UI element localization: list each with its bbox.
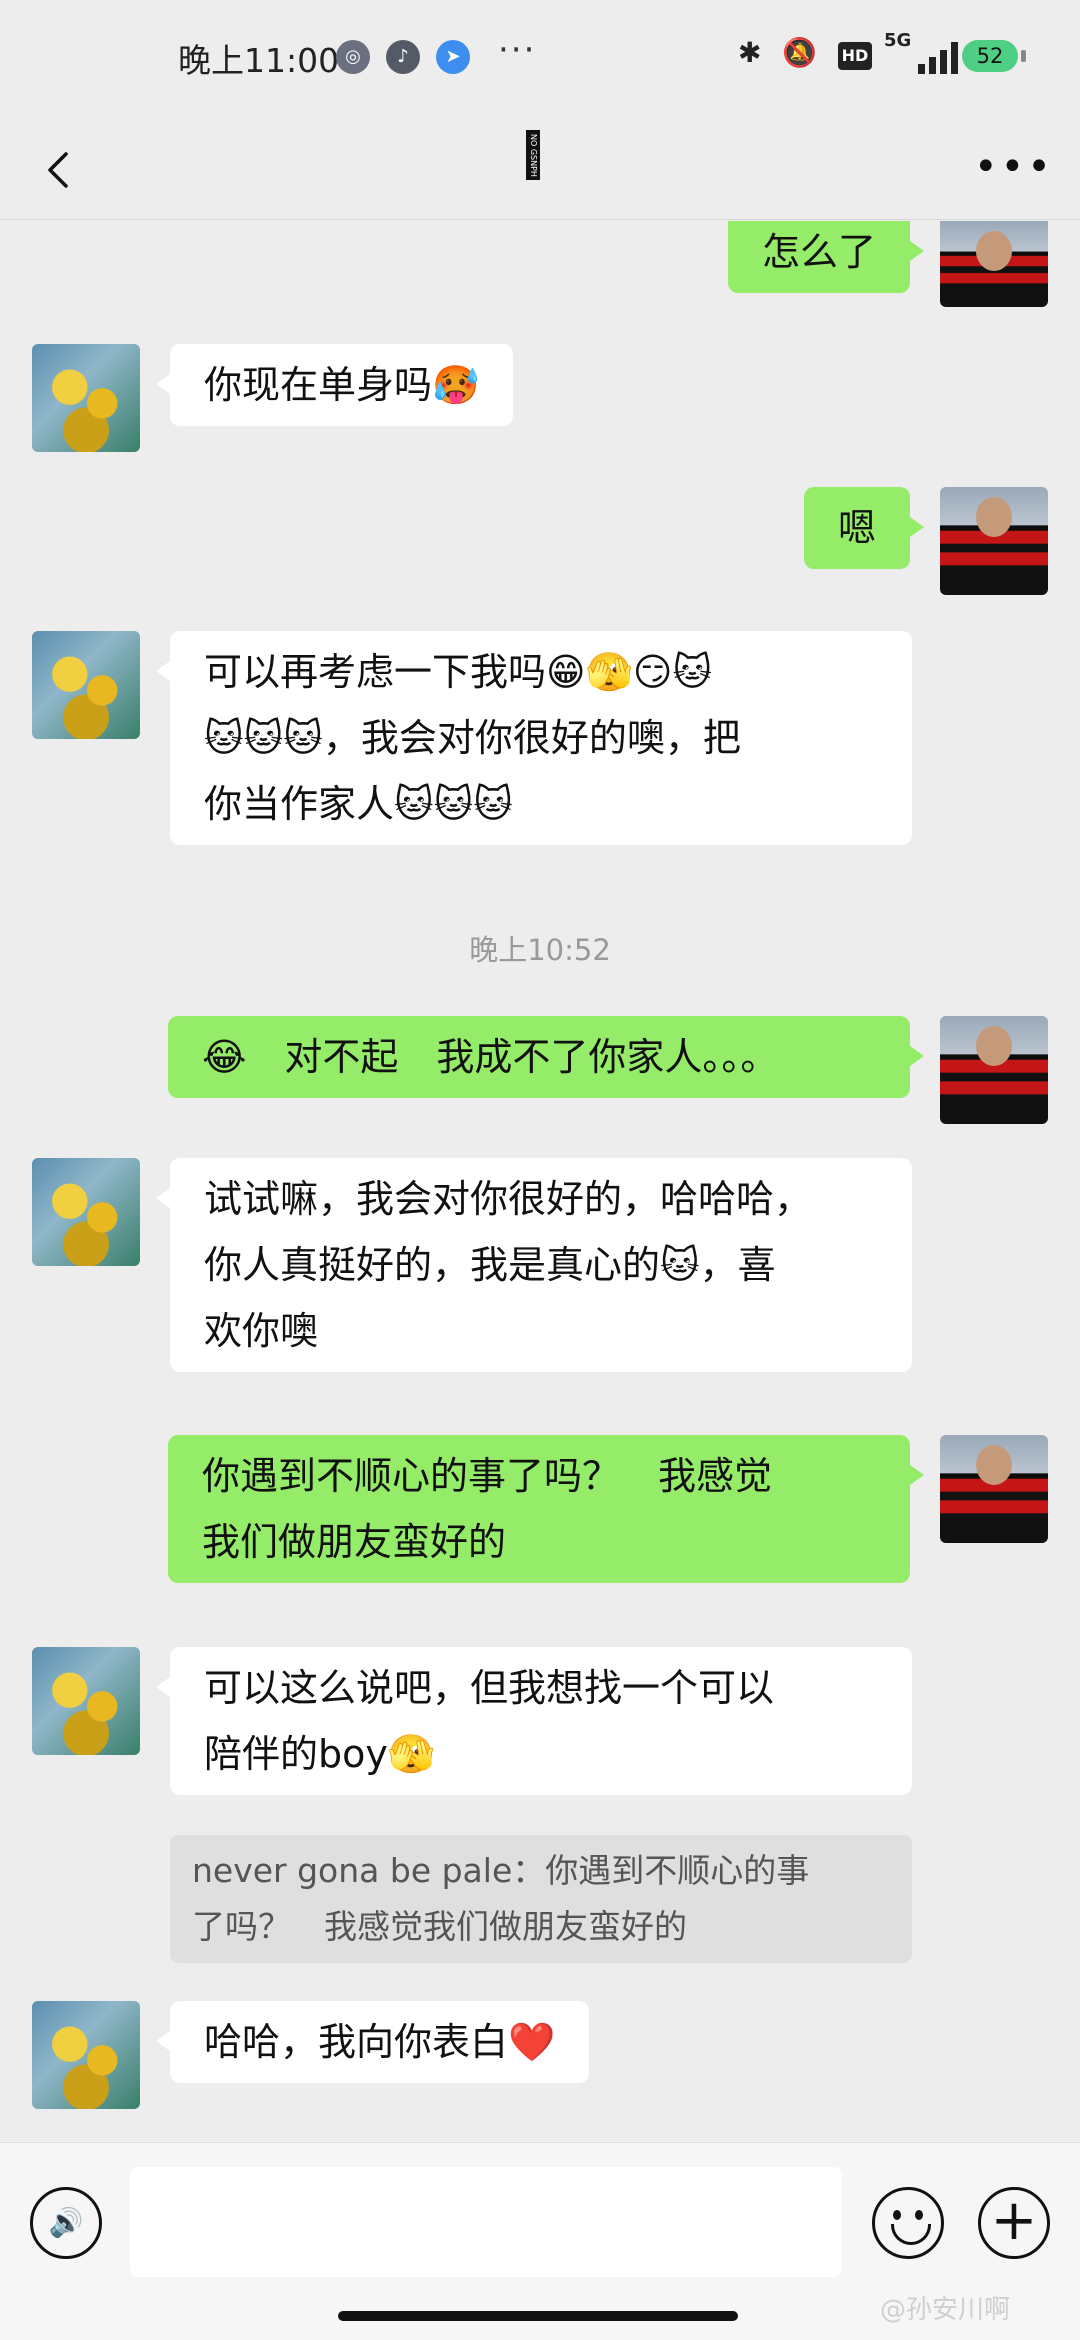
message-bubble-in[interactable]: 试试嘛，我会对你很好的，哈哈哈， 你人真挺好的，我是真心的🐱，喜 欢你噢	[156, 1158, 912, 1372]
chat-header: NO GSNPH •••	[0, 120, 1080, 220]
contact-avatar[interactable]	[32, 2001, 140, 2109]
message-line: 我们做朋友蛮好的	[202, 1520, 507, 1564]
more-actions-button[interactable]: +	[978, 2187, 1050, 2259]
more-dots-icon[interactable]: •••	[974, 147, 1051, 187]
emoji-button[interactable]	[872, 2187, 944, 2259]
my-avatar[interactable]	[940, 487, 1048, 595]
quoted-message[interactable]: never gona be pale：你遇到不顺心的事 了吗？ 我感觉我们做朋友…	[170, 1835, 912, 1963]
message-bubble-in[interactable]: 哈哈，我向你表白❤️	[155, 2001, 590, 2083]
message-line: 你人真挺好的，我是真心的🐱，喜	[204, 1243, 776, 1287]
message-line: 你遇到不顺心的事了吗？ 我感觉	[202, 1454, 773, 1498]
message-list[interactable]: 怎么了 你现在单身吗🥵 嗯 可以再考虑一下我吗😁🫣😏🐱 🐱🐱🐱，我会对你很好的噢…	[0, 221, 1080, 2141]
message-timestamp: 晚上10:52	[469, 933, 611, 967]
message-bubble-out[interactable]: 怎么了	[727, 221, 925, 293]
message-bubble-out[interactable]: 你遇到不顺心的事了吗？ 我感觉 我们做朋友蛮好的	[168, 1435, 924, 1583]
message-input[interactable]	[130, 2167, 842, 2277]
hd-badge: HD	[838, 42, 872, 70]
contact-avatar[interactable]	[32, 344, 140, 452]
status-more-icon: ···	[498, 30, 537, 70]
message-line: 🐱🐱🐱，我会对你很好的噢，把	[204, 716, 741, 760]
mute-icon: 🔕	[782, 36, 817, 69]
signal-icon	[914, 42, 960, 74]
message-line: 陪伴的boy🫣	[204, 1732, 436, 1776]
bluetooth-icon: ✱	[738, 36, 762, 69]
quote-line: never gona be pale：你遇到不顺心的事	[192, 1851, 810, 1890]
watermark: @孙安川啊	[880, 2295, 1011, 2325]
quote-line: 了吗？ 我感觉我们做朋友蛮好的	[192, 1907, 687, 1946]
contact-avatar[interactable]	[32, 631, 140, 739]
network-type: 5G	[884, 30, 912, 51]
message-bubble-out[interactable]: 😂 对不起 我成不了你家人。。。	[168, 1016, 924, 1098]
contact-avatar[interactable]	[32, 1647, 140, 1755]
home-indicator[interactable]	[338, 2311, 738, 2321]
message-line: 可以这么说吧，但我想找一个可以	[204, 1666, 775, 1710]
my-avatar[interactable]	[940, 1016, 1048, 1124]
message-bubble-in[interactable]: 你现在单身吗🥵	[155, 344, 514, 426]
message-bubble-out[interactable]: 嗯	[803, 487, 925, 569]
my-avatar[interactable]	[940, 1435, 1048, 1543]
voice-input-button[interactable]: 🔊	[30, 2187, 102, 2259]
chat-title: NO GSNPH	[526, 130, 540, 180]
message-line: 试试嘛，我会对你很好的，哈哈哈，	[204, 1177, 813, 1221]
status-bar: 晚上11:00 ◎ ♪ ➤ ··· ✱ 🔕 HD 5G 52	[0, 0, 1080, 120]
chevron-left-icon[interactable]	[40, 150, 80, 190]
app-notification-icon: ◎	[336, 40, 370, 74]
message-bubble-in[interactable]: 可以这么说吧，但我想找一个可以 陪伴的boy🫣	[156, 1647, 912, 1795]
message-bubble-in[interactable]: 可以再考虑一下我吗😁🫣😏🐱 🐱🐱🐱，我会对你很好的噢，把 你当作家人🐱🐱🐱	[156, 631, 912, 845]
message-line: 可以再考虑一下我吗😁🫣😏🐱	[204, 650, 713, 694]
message-line: 欢你噢	[204, 1309, 319, 1353]
contact-avatar[interactable]	[32, 1158, 140, 1266]
tiktok-icon: ♪	[386, 40, 420, 74]
message-line: 你当作家人🐱🐱🐱	[204, 782, 513, 826]
status-time: 晚上11:00	[178, 41, 340, 80]
input-bar: 🔊 + @孙安川啊	[0, 2142, 1080, 2340]
messenger-icon: ➤	[436, 40, 470, 74]
my-avatar[interactable]	[940, 221, 1048, 307]
battery-indicator: 52	[962, 40, 1026, 72]
